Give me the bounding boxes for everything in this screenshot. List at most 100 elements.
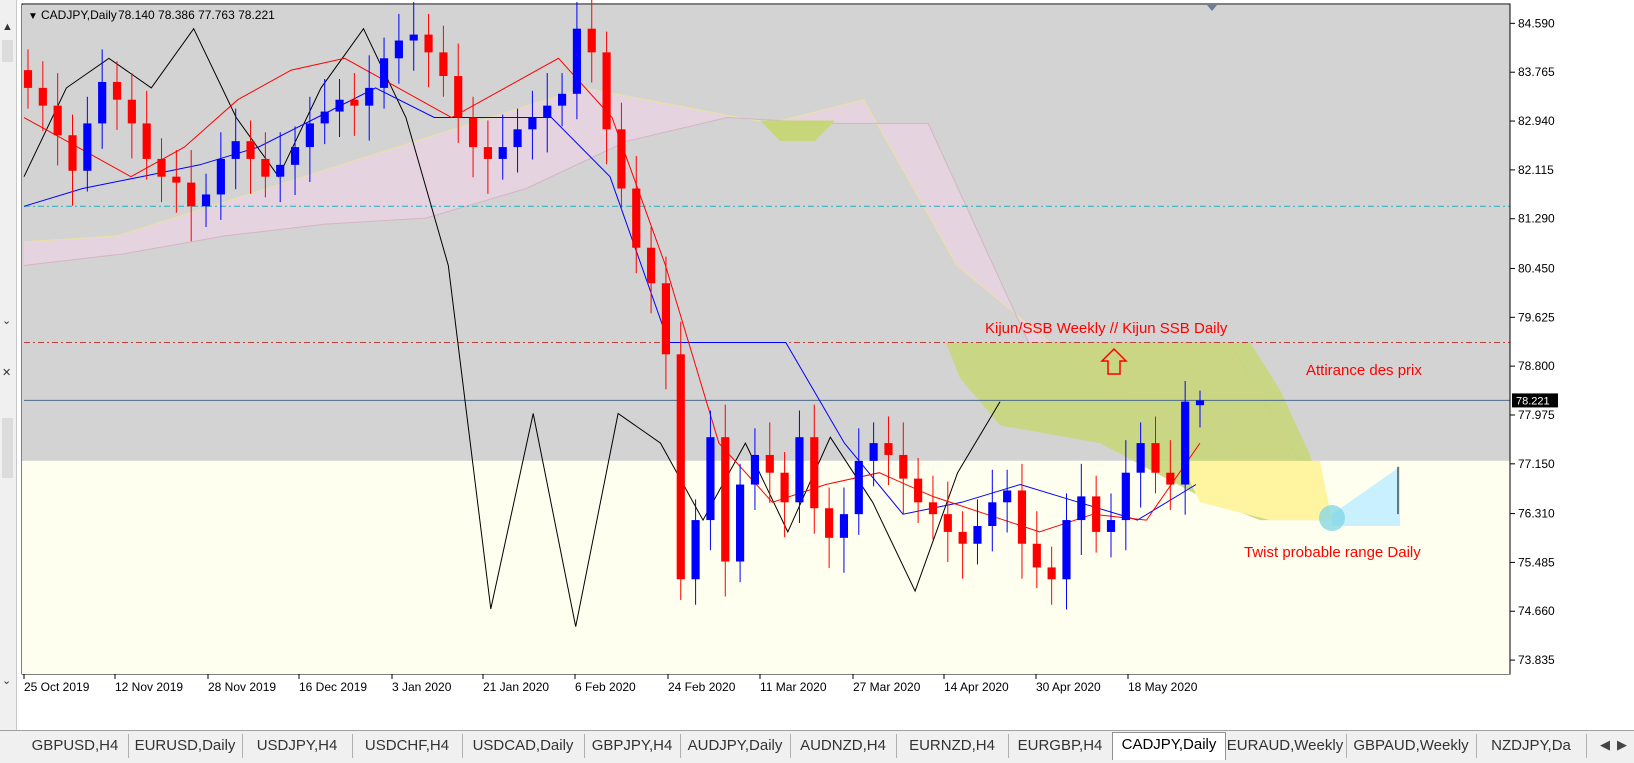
candle-body — [335, 99, 344, 112]
candle-body — [38, 87, 47, 106]
candle-body — [498, 147, 507, 159]
candle-body — [172, 176, 181, 183]
candle-body — [276, 164, 285, 177]
candle-body — [988, 502, 997, 526]
candle-body — [1077, 496, 1086, 521]
tab-eurnzd-h4[interactable]: EURNZD,H4 — [896, 734, 1009, 758]
candle-body — [246, 141, 255, 159]
tab-gbpjpy-h4[interactable]: GBPJPY,H4 — [584, 734, 681, 758]
candle-body — [513, 129, 522, 148]
tab-eurusd-daily[interactable]: EURUSD,Daily — [128, 734, 243, 758]
price-tick-label: 74.660 — [1518, 604, 1555, 618]
tab-gbpusd-h4[interactable]: GBPUSD,H4 — [22, 734, 129, 758]
candle-body — [943, 514, 952, 532]
candle-body — [617, 129, 626, 189]
candle-body — [647, 247, 656, 284]
candle-body — [216, 158, 225, 195]
candle-body — [543, 105, 552, 118]
candle-body — [83, 123, 92, 171]
tab-scroll-right-icon[interactable]: ▶ — [1617, 737, 1627, 753]
candle-body — [1181, 401, 1190, 485]
candle-body — [602, 52, 611, 130]
candle-body — [676, 354, 685, 580]
chart[interactable]: 84.590 83.765 82.940 82.115 81.290 80.450 79.6… — [0, 0, 1634, 730]
ohlc-label: 78.140 78.386 77.763 78.221 — [118, 8, 275, 22]
candle-body — [1017, 490, 1027, 544]
price-tick-label: 84.590 — [1518, 16, 1555, 30]
price-tick-label: 77.150 — [1518, 457, 1555, 471]
time-tick-label: 27 Mar 2020 — [853, 680, 921, 694]
tab-audnzd-h4[interactable]: AUDNZD,H4 — [790, 734, 897, 758]
tab-scroll-left-icon[interactable]: ◀ — [1600, 737, 1610, 753]
candle-body — [320, 111, 329, 124]
candle-body — [528, 117, 537, 130]
candle-body — [261, 158, 270, 177]
price-tick-label: 80.450 — [1518, 261, 1555, 275]
candle-body — [810, 437, 819, 509]
candle-body — [780, 472, 789, 503]
price-tick-label: 77.975 — [1518, 408, 1555, 422]
tab-cadjpy-daily[interactable]: CADJPY,Daily — [1112, 732, 1226, 760]
price-tick-label: 81.290 — [1518, 212, 1555, 226]
candle-body — [23, 70, 33, 88]
price-tick-label: 82.115 — [1518, 163, 1554, 177]
annotation-kijun-ssb: Kijun/SSB Weekly // Kijun SSB Daily — [985, 320, 1228, 337]
annotation-attirance: Attirance des prix — [1306, 362, 1422, 379]
twist-marker — [1319, 505, 1345, 531]
chart-tabs: GBPUSD,H4 EURUSD,Daily USDJPY,H4 USDCHF,H4 U… — [0, 730, 1634, 763]
candle-body — [379, 58, 389, 88]
tab-usdjpy-h4[interactable]: USDJPY,H4 — [242, 734, 353, 758]
symbol-label: CADJPY,Daily — [41, 8, 117, 22]
candle-body — [394, 40, 403, 59]
tab-usdcad-daily[interactable]: USDCAD,Daily — [462, 734, 585, 758]
candle-body — [691, 520, 700, 580]
candle-body — [899, 454, 908, 479]
candle-body — [1106, 520, 1116, 532]
price-tick-label: 83.765 — [1518, 65, 1555, 79]
candle-body — [750, 454, 760, 485]
candle-body — [928, 502, 938, 515]
candle-body — [854, 460, 863, 515]
candle-body — [68, 135, 77, 171]
candle-body — [187, 182, 196, 207]
price-tick-label: 75.485 — [1518, 555, 1555, 569]
candle-body — [839, 514, 849, 538]
time-tick-label: 12 Nov 2019 — [115, 680, 183, 694]
candle-body — [231, 141, 240, 159]
price-tick-label: 82.940 — [1518, 114, 1555, 128]
time-tick-label: 3 Jan 2020 — [392, 680, 452, 694]
tab-euraud-weekly[interactable]: EURAUD,Weekly — [1224, 734, 1347, 758]
tab-eurgbp-h4[interactable]: EURGBP,H4 — [1008, 734, 1113, 758]
candle-body — [454, 76, 463, 118]
candle-body — [825, 508, 834, 538]
tab-gbpaud-weekly[interactable]: GBPAUD,Weekly — [1346, 734, 1477, 758]
candle-body — [736, 484, 745, 562]
candle-body — [468, 117, 478, 148]
candle-body — [305, 123, 314, 148]
candle-body — [795, 437, 804, 503]
candle-body — [1092, 496, 1101, 532]
candle-body — [1062, 520, 1071, 580]
candle-body — [706, 437, 715, 521]
candle-body — [290, 147, 300, 165]
candle-body — [409, 34, 418, 41]
time-tick-label: 30 Apr 2020 — [1036, 680, 1101, 694]
candle-body — [1003, 490, 1012, 503]
price-tick-label: 78.800 — [1518, 359, 1555, 373]
tab-nzdjpy-da[interactable]: NZDJPY,Da — [1476, 734, 1587, 758]
candle-body — [869, 443, 878, 461]
tab-audjpy-daily[interactable]: AUDJPY,Daily — [680, 734, 791, 758]
candle-body — [127, 99, 136, 124]
candle-body — [1136, 443, 1145, 473]
tab-usdchf-h4[interactable]: USDCHF,H4 — [352, 734, 463, 758]
candle-body — [1166, 472, 1175, 485]
candle-body — [1032, 543, 1041, 568]
time-tick-label: 21 Jan 2020 — [483, 680, 549, 694]
dropdown-icon[interactable]: ▼ — [28, 11, 38, 22]
time-tick-label: 6 Feb 2020 — [575, 680, 636, 694]
time-axis: 25 Oct 2019 12 Nov 2019 28 Nov 2019 16 Dec … — [23, 674, 1198, 694]
price-tick-label: 76.310 — [1518, 507, 1555, 521]
time-tick-label: 28 Nov 2019 — [208, 680, 276, 694]
candle-body — [1195, 400, 1205, 406]
candle-body — [483, 147, 492, 159]
